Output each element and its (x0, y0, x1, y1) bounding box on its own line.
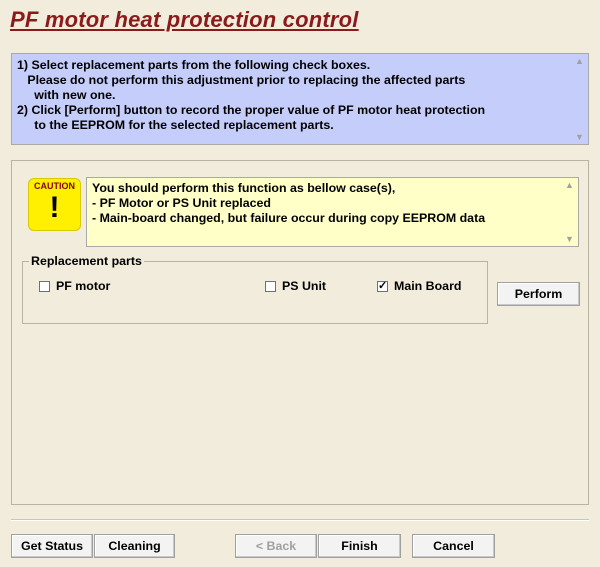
checkbox-label: PS Unit (282, 279, 327, 293)
scroll-up-icon[interactable]: ▲ (562, 179, 577, 191)
checkbox-box[interactable] (39, 280, 50, 292)
scroll-up-icon[interactable]: ▲ (572, 55, 587, 67)
cleaning-button[interactable]: Cleaning (94, 534, 175, 558)
checkbox-ps-unit[interactable]: PS Unit (265, 279, 326, 293)
caution-message-box[interactable]: You should perform this function as bell… (86, 177, 579, 247)
instructions-text: 1) Select replacement parts from the fol… (17, 58, 486, 132)
caution-message: You should perform this function as bell… (92, 181, 486, 225)
cancel-button[interactable]: Cancel (412, 534, 495, 558)
checkmark-icon: ✓ (378, 279, 388, 292)
replacement-parts-group: Replacement parts PF motor PS Unit ✓ Mai… (22, 254, 488, 324)
footer-separator (11, 519, 589, 521)
caution-scrollbar[interactable]: ▲ ▼ (562, 179, 577, 245)
instructions-scrollbar[interactable]: ▲ ▼ (572, 55, 587, 143)
replacement-parts-legend: Replacement parts (29, 254, 144, 268)
checkbox-label: PF motor (56, 279, 111, 293)
checkbox-label: Main Board (394, 279, 462, 293)
get-status-button[interactable]: Get Status (11, 534, 93, 558)
caution-icon: CAUTION ! (28, 178, 81, 231)
exclamation-icon: ! (49, 191, 60, 224)
back-button[interactable]: < Back (235, 534, 317, 558)
checkbox-main-board[interactable]: ✓ Main Board (377, 279, 461, 293)
scroll-down-icon[interactable]: ▼ (562, 233, 577, 245)
main-panel: CAUTION ! You should perform this functi… (11, 160, 589, 505)
checkbox-box[interactable]: ✓ (377, 279, 388, 292)
scroll-down-icon[interactable]: ▼ (572, 131, 587, 143)
page-title: PF motor heat protection control (10, 7, 359, 32)
perform-button[interactable]: Perform (497, 282, 580, 306)
finish-button[interactable]: Finish (318, 534, 401, 558)
instructions-box[interactable]: 1) Select replacement parts from the fol… (11, 53, 589, 145)
checkbox-pf-motor[interactable]: PF motor (39, 279, 110, 293)
checkbox-box[interactable] (265, 280, 276, 292)
